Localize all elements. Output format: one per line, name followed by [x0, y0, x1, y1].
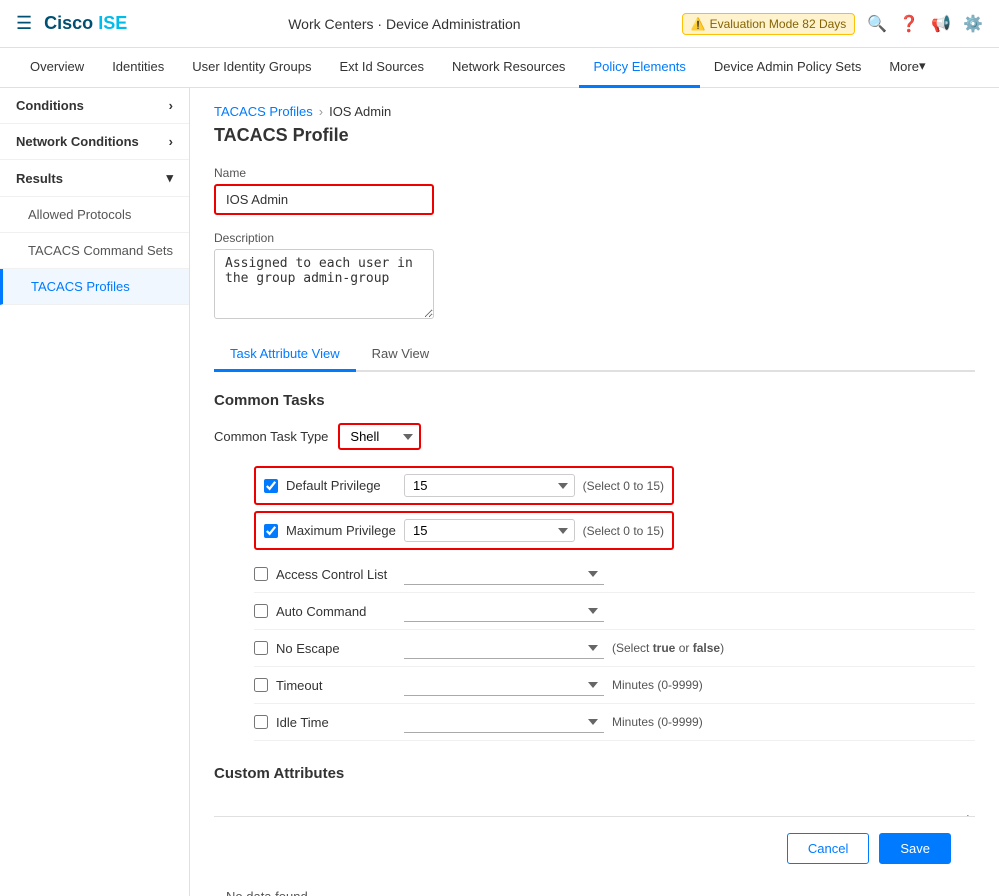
default-privilege-select[interactable]: 15 012345 67891011 121314 [404, 474, 575, 497]
maximum-privilege-select[interactable]: 15 012345 67891011 121314 [404, 519, 575, 542]
auto-command-label: Auto Command [276, 604, 396, 619]
name-label: Name [214, 166, 975, 180]
access-control-list-label: Access Control List [276, 567, 396, 582]
common-tasks-heading: Common Tasks [214, 392, 975, 409]
nav-tabs: Overview Identities User Identity Groups… [0, 48, 999, 88]
logo-cisco: Cisco ISE [44, 13, 127, 33]
maximum-privilege-checkbox[interactable] [264, 524, 278, 538]
tab-ext-id-sources[interactable]: Ext Id Sources [325, 48, 438, 88]
notifications-icon[interactable]: 📢 [931, 14, 951, 34]
description-group: Description Assigned to each user in the… [214, 231, 975, 322]
task-type-select[interactable]: Shell Custom [338, 423, 421, 450]
maximum-privilege-label: Maximum Privilege [286, 523, 396, 538]
timeout-select[interactable] [404, 674, 604, 696]
empty-message: No data found. [214, 878, 975, 896]
cancel-button[interactable]: Cancel [787, 833, 869, 864]
name-group: Name [214, 166, 975, 215]
default-privilege-label: Default Privilege [286, 478, 396, 493]
access-control-list-checkbox[interactable] [254, 567, 268, 581]
chevron-down-icon: ▾ [166, 170, 173, 186]
options-section: Access Control List Auto Command No Esca… [254, 556, 975, 741]
footer-actions: Cancel Save [214, 816, 975, 880]
topbar-title: Work Centers · Device Administration [139, 16, 669, 32]
tab-raw-view[interactable]: Raw View [356, 338, 446, 372]
breadcrumb-current: IOS Admin [329, 104, 391, 119]
sidebar-item-allowed-protocols[interactable]: Allowed Protocols [0, 197, 189, 233]
task-type-label: Common Task Type [214, 429, 328, 444]
timeout-hint: Minutes (0-9999) [612, 678, 703, 692]
idle-time-label: Idle Time [276, 715, 396, 730]
tab-user-identity-groups[interactable]: User Identity Groups [178, 48, 325, 88]
auto-command-row: Auto Command [254, 593, 975, 630]
view-tabs: Task Attribute View Raw View [214, 338, 975, 372]
page-title: TACACS Profile [214, 125, 975, 146]
warning-icon: ⚠️ [691, 17, 706, 31]
access-control-list-select[interactable] [404, 563, 604, 585]
settings-icon[interactable]: ⚙️ [963, 14, 983, 34]
maximum-privilege-row: Maximum Privilege 15 012345 67891011 121… [254, 511, 674, 550]
sidebar-item-tacacs-command-sets[interactable]: TACACS Command Sets [0, 233, 189, 269]
sidebar-item-conditions[interactable]: Conditions › [0, 88, 189, 124]
save-button[interactable]: Save [879, 833, 951, 864]
chevron-down-icon: ▾ [919, 58, 926, 74]
breadcrumb: TACACS Profiles › IOS Admin [214, 104, 975, 119]
idle-time-checkbox[interactable] [254, 715, 268, 729]
hamburger-icon[interactable]: ☰ [16, 13, 32, 34]
auto-command-checkbox[interactable] [254, 604, 268, 618]
tab-task-attribute-view[interactable]: Task Attribute View [214, 338, 356, 372]
breadcrumb-parent[interactable]: TACACS Profiles [214, 104, 313, 119]
name-input[interactable] [214, 184, 434, 215]
default-privilege-checkbox[interactable] [264, 479, 278, 493]
no-escape-hint: (Select true or false) [612, 641, 724, 655]
tab-network-resources[interactable]: Network Resources [438, 48, 579, 88]
task-type-row: Common Task Type Shell Custom [214, 423, 975, 450]
default-privilege-row: Default Privilege 15 012345 67891011 121… [254, 466, 674, 505]
tab-identities[interactable]: Identities [98, 48, 178, 88]
timeout-label: Timeout [276, 678, 396, 693]
tab-device-admin-policy-sets[interactable]: Device Admin Policy Sets [700, 48, 875, 88]
tab-overview[interactable]: Overview [16, 48, 98, 88]
tab-more[interactable]: More ▾ [875, 48, 939, 88]
main-content: TACACS Profiles › IOS Admin TACACS Profi… [190, 88, 999, 896]
breadcrumb-separator: › [319, 104, 323, 119]
no-escape-label: No Escape [276, 641, 396, 656]
no-escape-checkbox[interactable] [254, 641, 268, 655]
search-icon[interactable]: 🔍 [867, 14, 887, 34]
no-escape-select[interactable]: true false [404, 637, 604, 659]
chevron-right-icon: › [169, 134, 173, 149]
empty-row: No data found. [214, 878, 975, 896]
tab-policy-elements[interactable]: Policy Elements [579, 48, 699, 88]
description-label: Description [214, 231, 975, 245]
auto-command-select[interactable] [404, 600, 604, 622]
maximum-privilege-hint: (Select 0 to 15) [583, 524, 664, 538]
timeout-checkbox[interactable] [254, 678, 268, 692]
no-escape-row: No Escape true false (Select true or fal… [254, 630, 975, 667]
description-input[interactable]: Assigned to each user in the group admin… [214, 249, 434, 319]
idle-time-hint: Minutes (0-9999) [612, 715, 703, 729]
chevron-right-icon: › [169, 98, 173, 113]
idle-time-row: Idle Time Minutes (0-9999) [254, 704, 975, 741]
default-privilege-hint: (Select 0 to 15) [583, 479, 664, 493]
custom-attributes-heading: Custom Attributes [214, 765, 975, 782]
sidebar-item-tacacs-profiles[interactable]: TACACS Profiles [0, 269, 189, 305]
privilege-section: Default Privilege 15 012345 67891011 121… [254, 466, 674, 550]
help-icon[interactable]: ❓ [899, 14, 919, 34]
access-control-list-row: Access Control List [254, 556, 975, 593]
timeout-row: Timeout Minutes (0-9999) [254, 667, 975, 704]
eval-badge: ⚠️ Evaluation Mode 82 Days [682, 13, 856, 35]
sidebar-item-results[interactable]: Results ▾ [0, 160, 189, 197]
idle-time-select[interactable] [404, 711, 604, 733]
logo: Cisco ISE [44, 13, 127, 34]
sidebar: Conditions › Network Conditions › Result… [0, 88, 190, 896]
sidebar-item-network-conditions[interactable]: Network Conditions › [0, 124, 189, 160]
